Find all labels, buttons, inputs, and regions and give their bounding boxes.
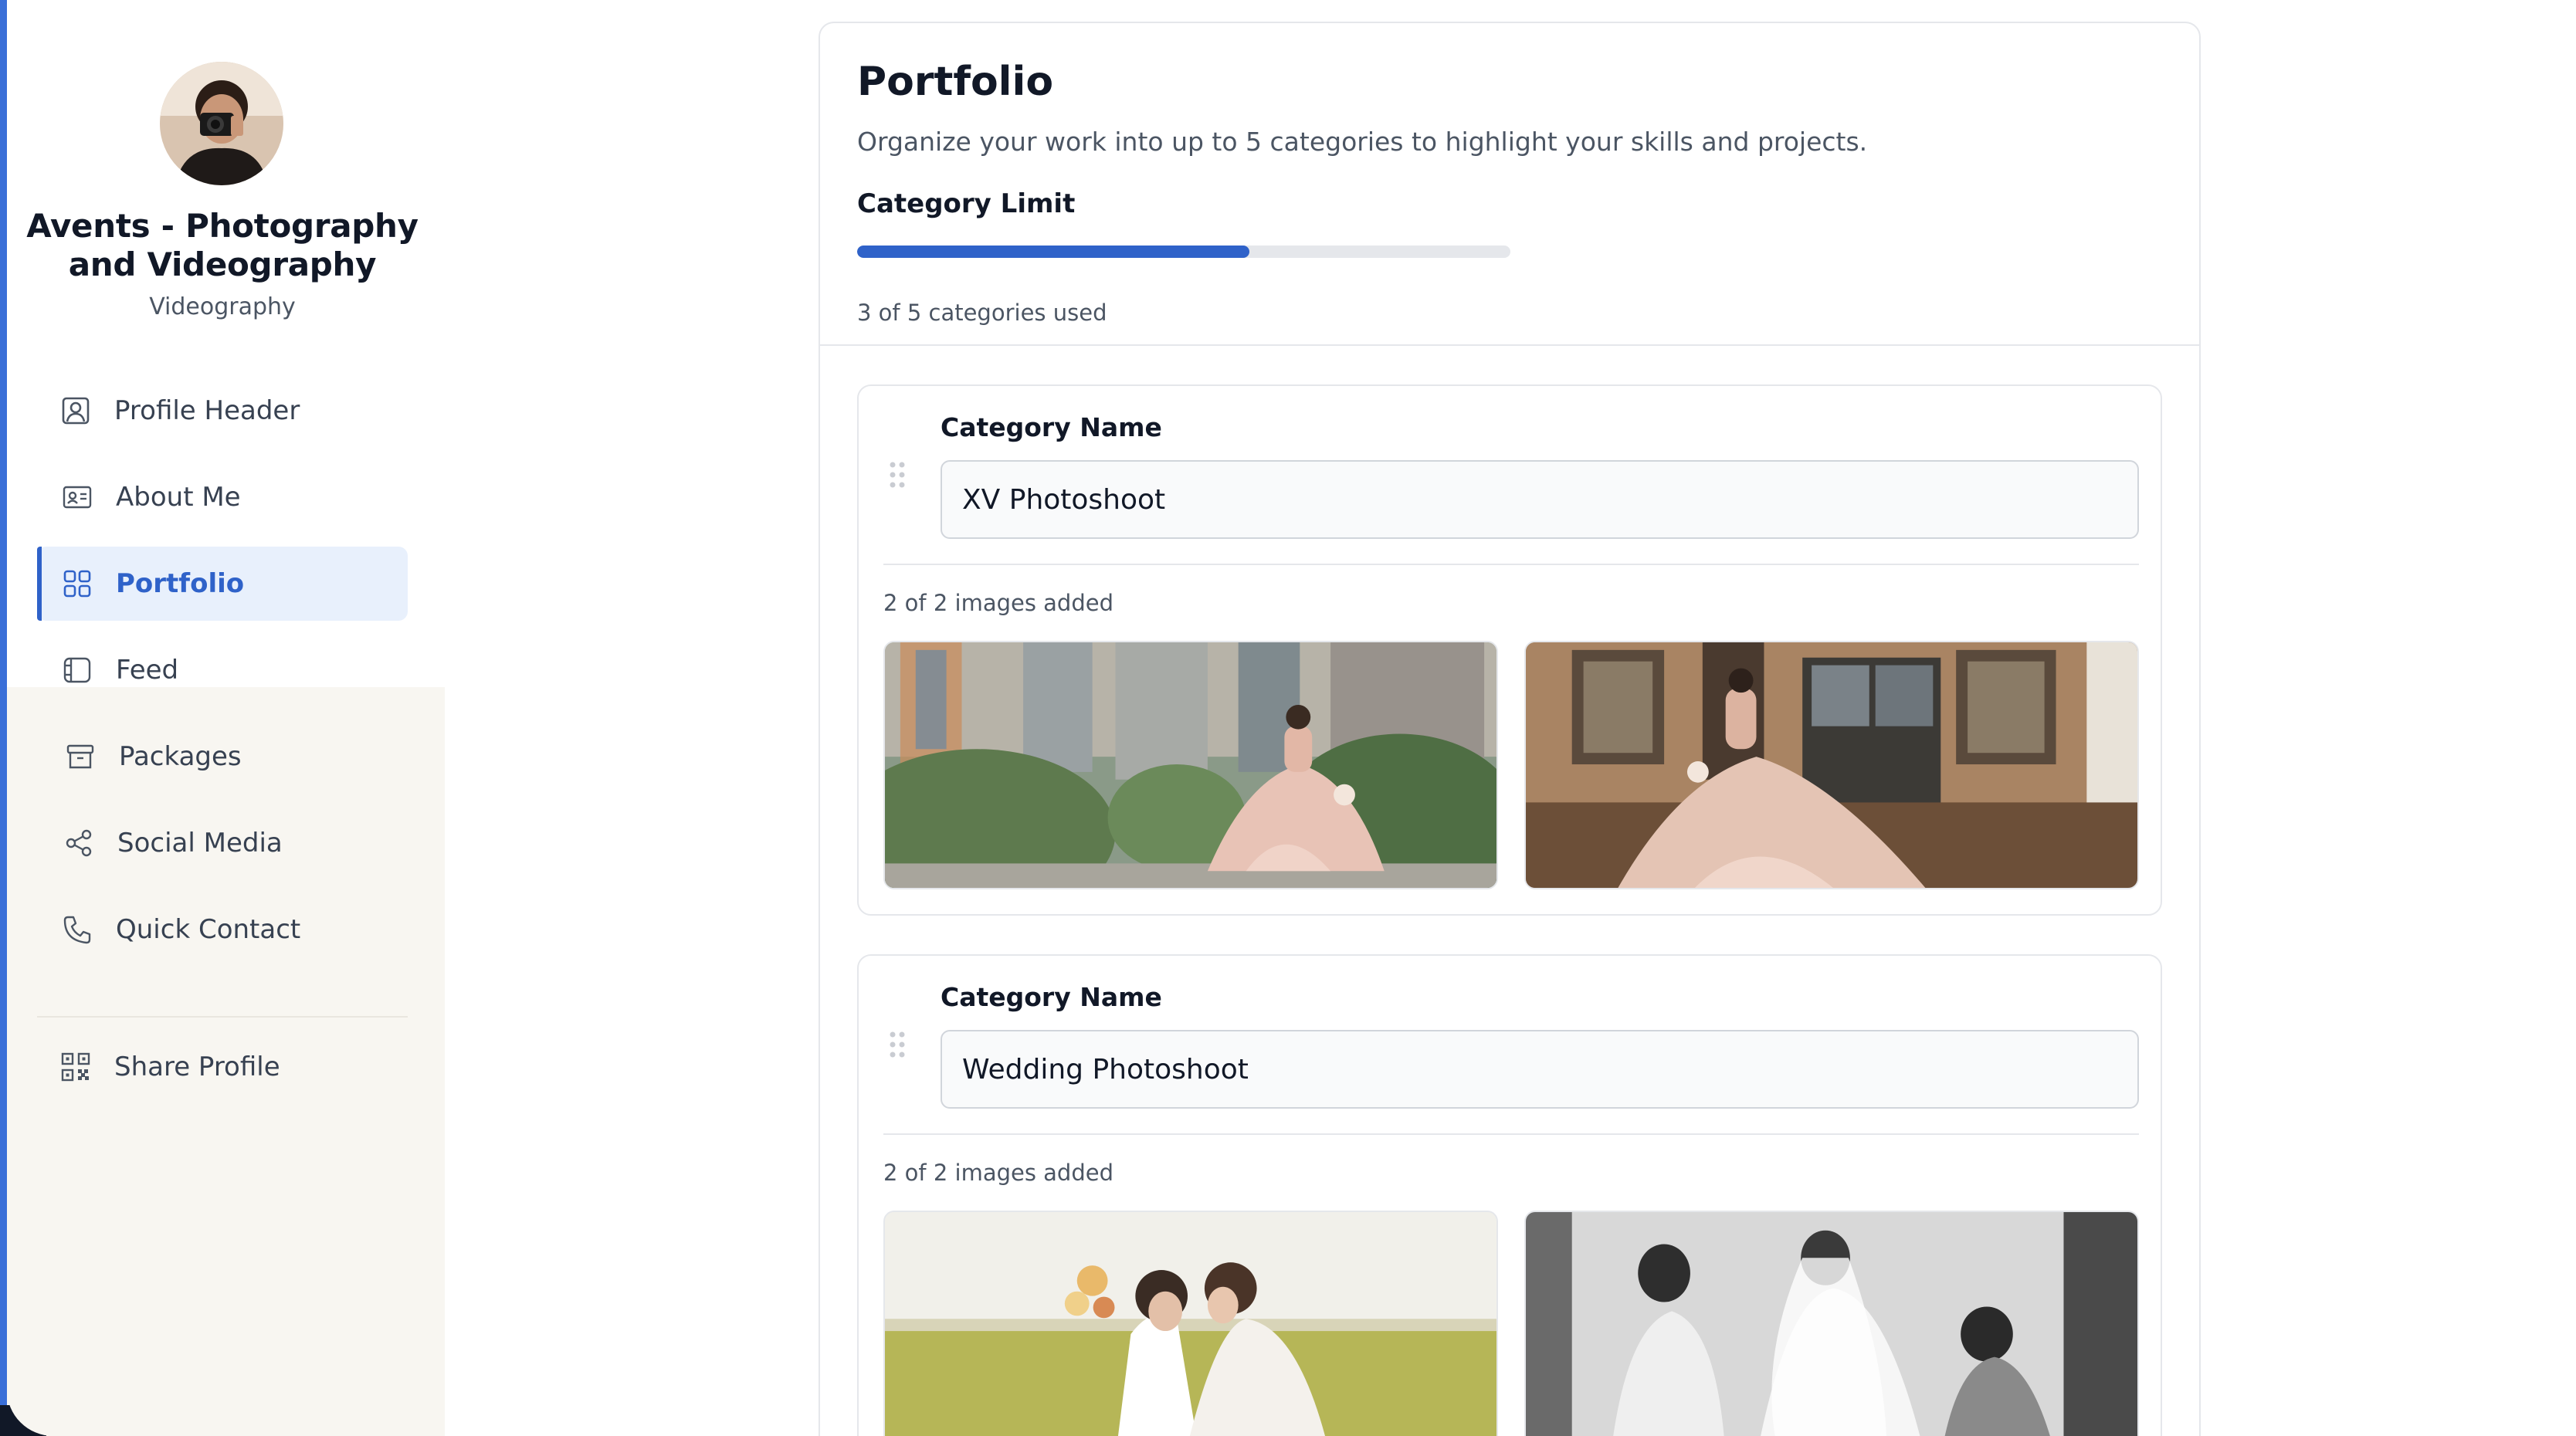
category-name-label: Category Name [941,982,1162,1012]
sidebar-item-feed[interactable]: Feed [37,633,408,707]
sidebar-item-profile-header[interactable]: Profile Header [37,374,408,448]
drag-handle-icon[interactable] [888,460,907,489]
portfolio-image[interactable] [1524,1211,2139,1436]
page-title: Portfolio [857,59,1054,105]
sidebar-item-quick-contact[interactable]: Quick Contact [37,892,408,967]
portfolio-card: Portfolio Organize your work into up to … [819,22,2201,1436]
category-limit-progress-fill [857,246,1249,258]
sidebar-item-label: About Me [116,482,241,513]
feed-icon [60,653,94,687]
category-name-label: Category Name [941,412,1162,442]
images-count: 2 of 2 images added [883,1160,1114,1186]
profile-category: Videography [149,293,296,320]
sidebar-item-share-profile[interactable]: Share Profile [37,1030,408,1104]
sidebar-item-label: Feed [116,655,179,686]
category-card: Category Name 2 of 2 images added [857,954,2162,1436]
sidebar-item-label: Profile Header [114,395,300,426]
category-name-input[interactable] [941,460,2139,539]
sidebar-item-portfolio[interactable]: Portfolio [37,547,408,621]
id-card-icon [60,480,94,514]
category-limit-usage: 3 of 5 categories used [857,300,1107,326]
sidebar-item-about-me[interactable]: About Me [37,460,408,534]
user-square-icon [59,394,93,428]
sidebar-divider [37,1016,408,1018]
sidebar: Avents - Photography and Videography Vid… [0,0,445,1436]
category-limit-progress [857,246,1510,258]
category-name-input[interactable] [941,1030,2139,1109]
category-divider [883,1133,2139,1135]
sidebar-item-label: Portfolio [116,568,245,599]
portfolio-image[interactable] [1524,641,2139,889]
sidebar-item-label: Packages [119,741,242,772]
phone-icon [60,913,94,947]
category-divider [883,564,2139,565]
category-limit-label: Category Limit [857,188,1076,219]
grid-icon [60,567,94,601]
share-icon [62,826,96,860]
portfolio-header: Portfolio Organize your work into up to … [820,23,2199,346]
sidebar-item-label: Quick Contact [116,914,301,945]
sidebar-item-label: Social Media [117,828,283,859]
qr-code-icon [59,1050,93,1084]
drag-handle-icon[interactable] [888,1030,907,1059]
archive-box-icon [63,740,97,774]
sidebar-item-label: Share Profile [114,1052,280,1082]
app-frame: Avents - Photography and Videography Vid… [0,0,2576,1436]
page-subtitle: Organize your work into up to 5 categori… [857,127,1868,157]
category-card: Category Name 2 of 2 images added [857,384,2162,916]
portfolio-image[interactable] [883,641,1498,889]
sidebar-item-social-media[interactable]: Social Media [37,806,408,880]
portfolio-image[interactable] [883,1211,1498,1436]
window-corner [0,1374,76,1436]
images-count: 2 of 2 images added [883,590,1114,616]
profile-name: Avents - Photography and Videography [26,207,419,283]
avatar[interactable] [160,62,283,185]
sidebar-item-packages[interactable]: Packages [37,720,408,794]
sidebar-accent-border [0,0,7,1436]
